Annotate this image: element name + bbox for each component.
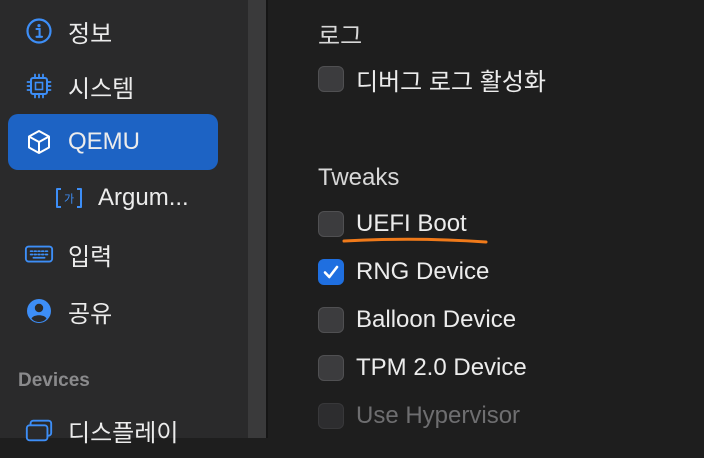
sidebar-item-input[interactable]: 입력 — [8, 226, 218, 282]
sidebar-item-sharing[interactable]: 공유 — [8, 283, 218, 339]
cpu-chip-icon — [24, 71, 54, 101]
log-section-title: 로그 — [318, 23, 363, 50]
tpm-device-option[interactable]: TPM 2.0 Device — [318, 350, 527, 386]
rng-device-option[interactable]: RNG Device — [318, 254, 489, 290]
sidebar-item-info[interactable]: 정보 — [8, 3, 218, 59]
section-header-devices: Devices — [18, 370, 90, 391]
balloon-device-option[interactable]: Balloon Device — [318, 302, 516, 338]
rng-device-checkbox[interactable] — [318, 259, 344, 285]
keyboard-icon — [24, 239, 54, 269]
sidebar-divider[interactable] — [248, 0, 268, 438]
tpm-device-label: TPM 2.0 Device — [356, 354, 527, 381]
sidebar-item-label: QEMU — [68, 128, 140, 155]
tpm-device-checkbox[interactable] — [318, 355, 344, 381]
info-icon — [24, 16, 54, 46]
display-icon — [24, 415, 54, 445]
sidebar-item-label: 시스템 — [68, 75, 135, 103]
sidebar-item-label: 공유 — [68, 300, 113, 328]
sidebar: 정보 시스템 QEMU 가 Argum... 입력 공유 Devices 디스플… — [0, 0, 248, 447]
debug-log-label: 디버그 로그 활성화 — [356, 68, 546, 96]
text-field-icon: 가 — [54, 183, 84, 213]
sidebar-item-display[interactable]: 디스플레이 — [8, 402, 218, 458]
balloon-device-label: Balloon Device — [356, 306, 517, 333]
sidebar-item-label: 입력 — [68, 243, 113, 271]
settings-panel: 로그 디버그 로그 활성화 Tweaks UEFI Boot RNG Devic… — [270, 0, 704, 438]
rng-device-label: RNG Device — [356, 258, 490, 285]
annotation-underline — [342, 237, 488, 244]
use-hypervisor-label: Use Hypervisor — [356, 402, 521, 429]
balloon-device-checkbox[interactable] — [318, 307, 344, 333]
sidebar-item-system[interactable]: 시스템 — [8, 58, 218, 114]
debug-log-checkbox[interactable] — [318, 66, 344, 92]
sidebar-item-label: 디스플레이 — [68, 419, 179, 447]
debug-log-option[interactable]: 디버그 로그 활성화 — [318, 61, 546, 97]
use-hypervisor-option: Use Hypervisor — [318, 398, 520, 434]
tweaks-section-title: Tweaks — [318, 164, 400, 191]
sidebar-item-arguments[interactable]: 가 Argum... — [8, 170, 218, 226]
cube-icon — [24, 127, 54, 157]
sidebar-item-label: 정보 — [68, 20, 113, 48]
svg-text:가: 가 — [64, 193, 74, 206]
use-hypervisor-checkbox — [318, 403, 344, 429]
person-circle-icon — [24, 296, 54, 326]
checkmark-icon — [323, 265, 339, 279]
sidebar-item-label: Argum... — [98, 184, 189, 211]
sidebar-item-qemu[interactable]: QEMU — [8, 114, 218, 170]
